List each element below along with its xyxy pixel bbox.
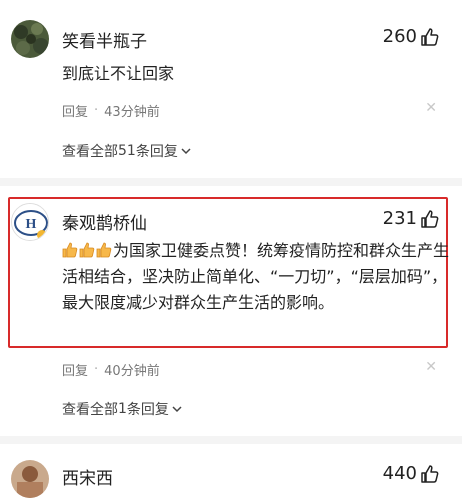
replies-count: 51 [118,143,136,159]
thumbs-up-emoji-icon [96,242,112,258]
thumbs-up-icon [421,464,439,483]
section-divider [0,178,462,186]
thumbs-up-emoji-icon [79,242,95,258]
chevron-down-icon [172,406,182,413]
avatar[interactable] [11,460,49,498]
comment-text: 到底让不让回家 [62,64,175,83]
timestamp: 43分钟前 [104,105,160,120]
like-button[interactable]: 440 [383,463,440,484]
like-count: 440 [382,463,417,484]
separator-dot: · [94,103,99,118]
thumbs-up-icon [421,27,439,46]
reply-button[interactable]: 回复 [62,360,88,379]
username[interactable]: 西宋西 [62,464,113,489]
separator-dot: · [94,362,99,377]
close-icon[interactable]: ✕ [425,100,437,116]
replies-suffix: 条回复 [135,144,178,160]
replies-count: 1 [118,401,127,417]
view-all-replies[interactable]: 查看全部 51 条回复 [62,141,192,161]
like-button[interactable]: 260 [383,26,440,47]
username[interactable]: 秦观鹊桥仙 [62,209,147,234]
comment-text-block: 为国家卫健委点赞！统筹疫情防控和群众生产生活相结合，坚决防止简单化、“一刀切”，… [62,238,452,316]
like-count: 260 [382,26,417,47]
reply-button[interactable]: 回复 [62,101,88,120]
avatar-image [11,460,49,498]
comment-text: 为国家卫健委点赞！统筹疫情防控和群众生产生活相结合，坚决防止简单化、“一刀切”，… [62,241,450,312]
svg-text:H: H [26,217,37,232]
comment-meta: 回复 · 40分钟前 [62,360,160,379]
like-count: 231 [382,208,417,229]
like-button[interactable]: 231 [383,208,440,229]
section-divider [0,436,462,444]
replies-suffix: 条回复 [126,402,169,418]
comment-meta: 回复 · 43分钟前 [62,101,160,120]
thumbs-up-icon [421,209,439,228]
replies-prefix: 查看全部 [62,402,118,418]
timestamp: 40分钟前 [104,364,160,379]
close-icon[interactable]: ✕ [425,359,437,375]
avatar[interactable] [11,20,49,58]
thumbs-up-emoji-icon [62,242,78,258]
avatar-image [11,20,49,58]
replies-prefix: 查看全部 [62,144,118,160]
avatar[interactable]: H [11,203,49,241]
chevron-down-icon [181,148,191,155]
view-all-replies[interactable]: 查看全部 1 条回复 [62,399,183,419]
username[interactable]: 笑看半瓶子 [62,27,147,52]
